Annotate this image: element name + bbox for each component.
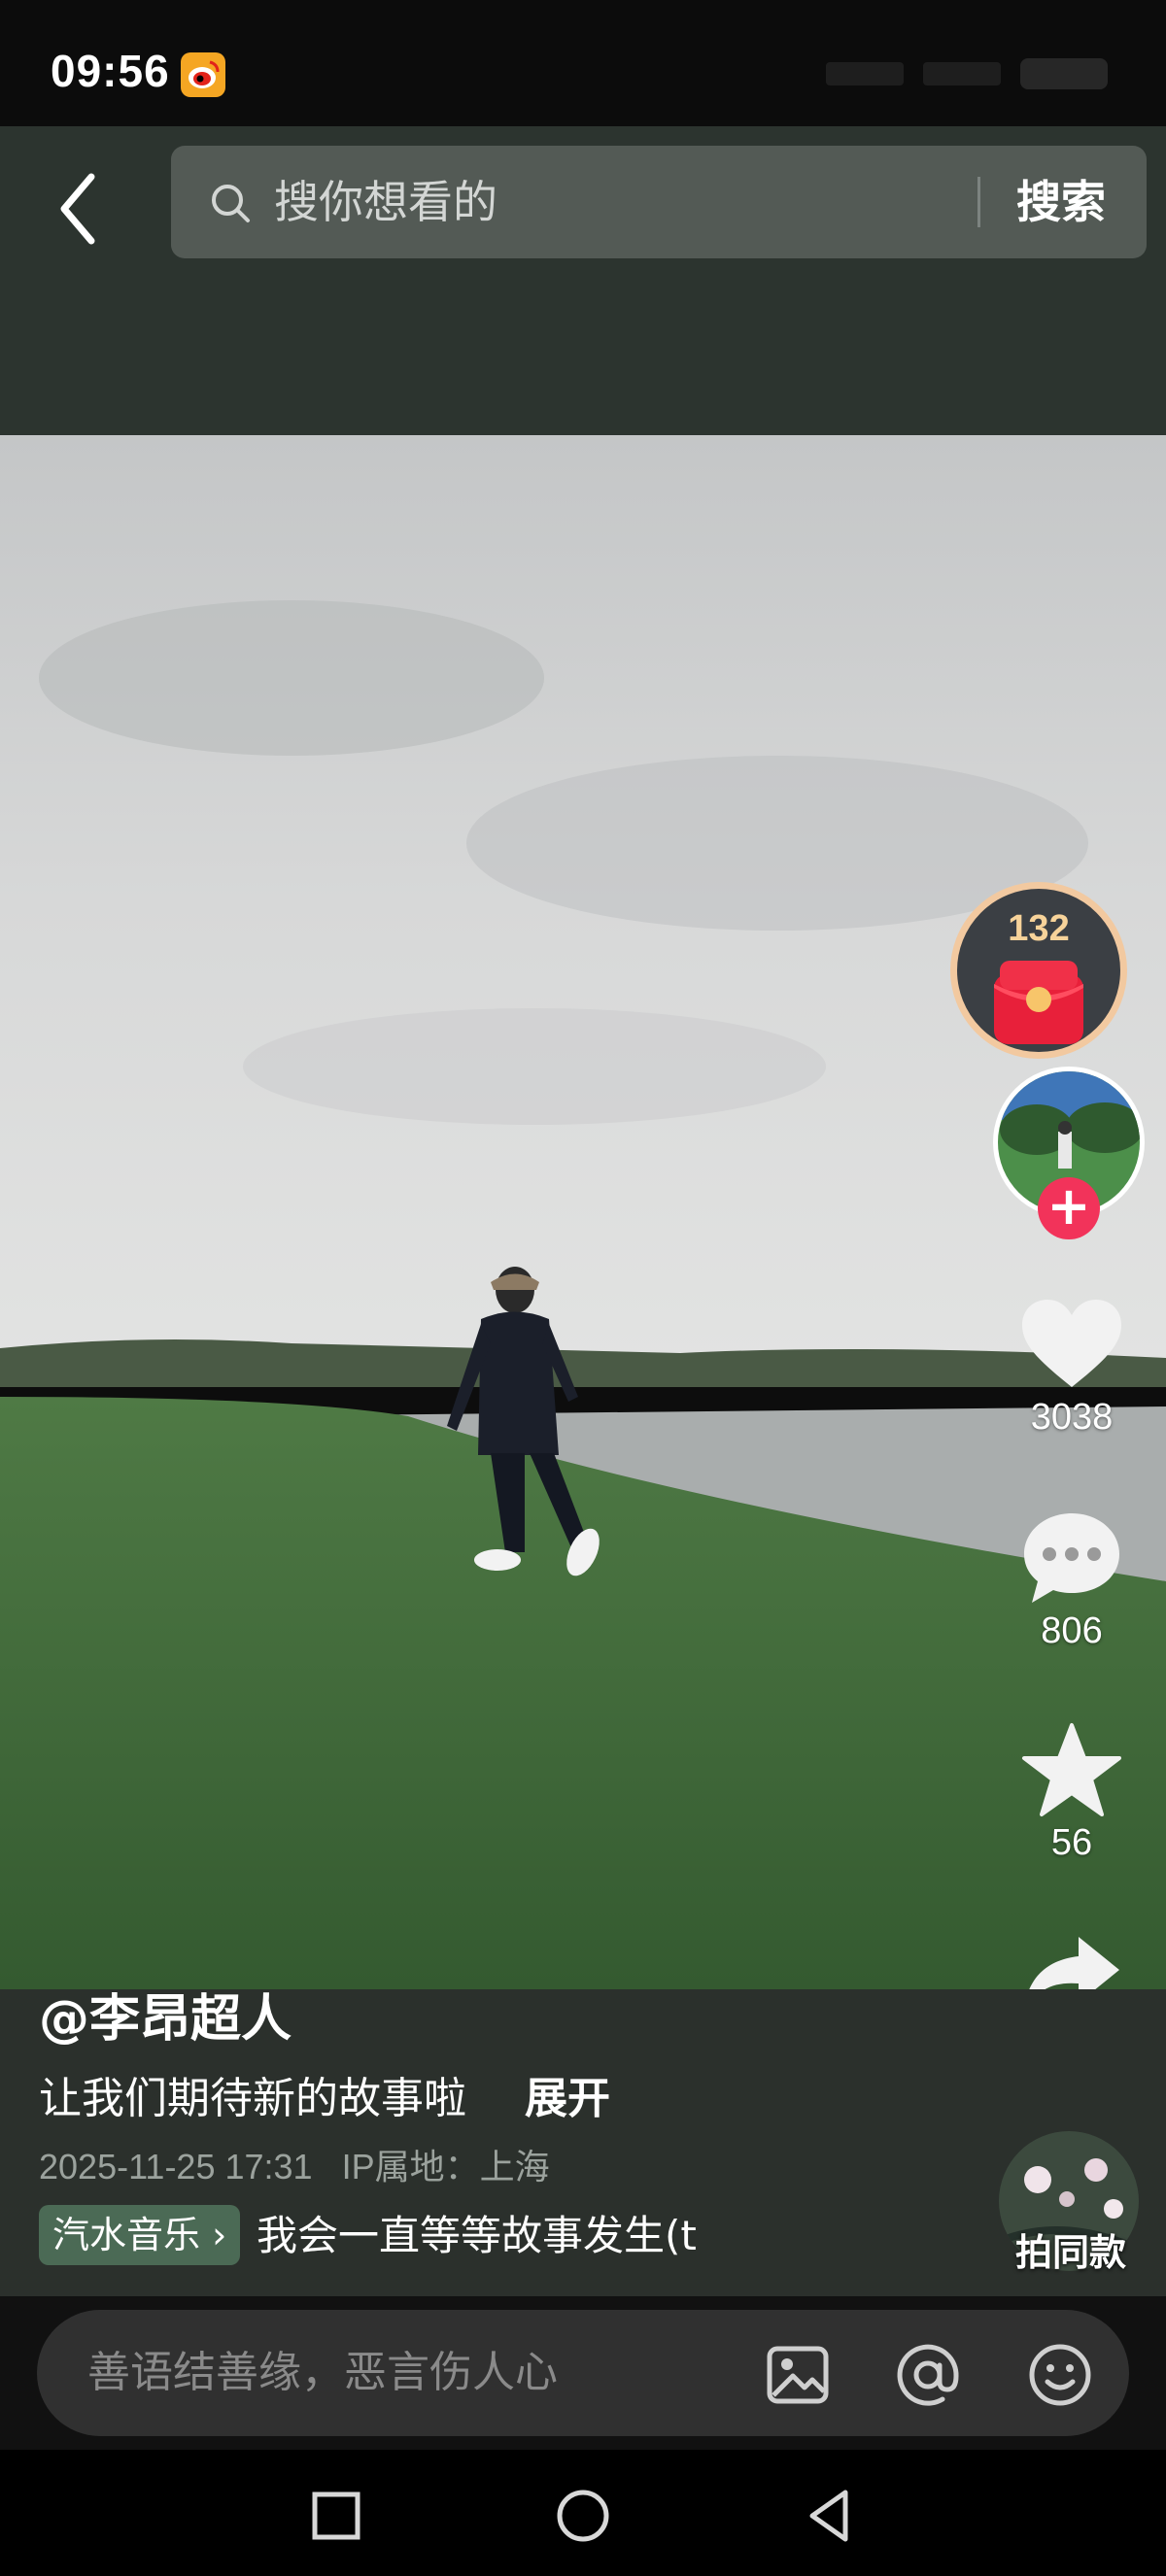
- redpacket-count: 132: [1008, 908, 1070, 949]
- status-time: 09:56: [51, 46, 170, 96]
- weibo-icon: [181, 52, 225, 97]
- video-player[interactable]: 132: [0, 435, 1166, 1989]
- status-bar: 09:56: [0, 0, 1166, 126]
- favorite-button[interactable]: 56: [1001, 1721, 1143, 1864]
- comment-input[interactable]: 善语结善缘，恶言伤人心: [37, 2310, 1129, 2436]
- star-icon: [1022, 1723, 1121, 1816]
- back-button[interactable]: [49, 165, 117, 253]
- recent-apps-icon[interactable]: [307, 2487, 365, 2545]
- caption-text: 让我们期待新的故事啦: [39, 2074, 466, 2123]
- comment-icon: [1024, 1513, 1119, 1603]
- search-input[interactable]: 搜你想看的 搜索: [171, 146, 1147, 258]
- back-arrow-icon: [60, 173, 95, 245]
- heart-icon: [1022, 1300, 1121, 1387]
- music-source-badge[interactable]: 汽水音乐 ›: [39, 2205, 241, 2265]
- search-divider: [977, 177, 980, 227]
- system-nav-bar: [0, 2450, 1166, 2576]
- search-placeholder: 搜你想看的: [274, 176, 497, 228]
- video-frame: [0, 435, 1166, 1989]
- red-packet-icon: [994, 961, 1083, 1044]
- music-title[interactable]: 我会一直等等故事发生(t: [257, 2207, 737, 2265]
- author-name[interactable]: @李昂超人: [39, 1978, 292, 2051]
- mention-icon[interactable]: [894, 2341, 962, 2409]
- like-count: 3038: [1030, 1397, 1114, 1438]
- home-icon[interactable]: [554, 2487, 612, 2545]
- comment-button[interactable]: 806: [1001, 1509, 1143, 1652]
- status-icons: [826, 58, 1108, 89]
- comment-placeholder: 善语结善缘，恶言伤人心: [87, 2348, 558, 2397]
- search-button[interactable]: 搜索: [1016, 173, 1106, 231]
- back-icon[interactable]: [801, 2487, 859, 2545]
- music-source-label: 汽水音乐: [52, 2214, 201, 2256]
- ip-location: IP属地：上海: [341, 2147, 550, 2186]
- redpacket-button[interactable]: 132: [950, 882, 1127, 1059]
- same-style-label: 拍同款: [1014, 2231, 1126, 2274]
- search-header: 搜你想看的 搜索: [0, 126, 1166, 435]
- post-timestamp: 2025-11-25 17:31: [39, 2147, 313, 2186]
- emoji-icon[interactable]: [1026, 2341, 1094, 2409]
- comment-count: 806: [1041, 1610, 1103, 1651]
- follow-button[interactable]: +: [1038, 1177, 1100, 1239]
- post-meta: 2025-11-25 17:31 IP属地：上海: [39, 2139, 550, 2189]
- favorite-count: 56: [1050, 1822, 1093, 1863]
- chevron-right-icon: ›: [212, 2214, 227, 2256]
- expand-link[interactable]: 展开: [525, 2063, 610, 2125]
- image-icon[interactable]: [764, 2341, 832, 2409]
- search-icon: [212, 185, 250, 222]
- like-button[interactable]: 3038: [1001, 1296, 1143, 1439]
